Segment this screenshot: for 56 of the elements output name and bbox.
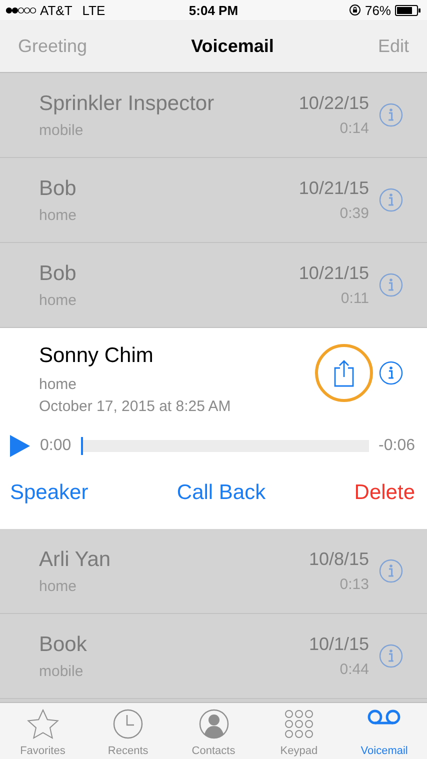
battery-percent: 76% — [364, 2, 391, 18]
message-duration: 0:11 — [340, 290, 369, 307]
clock-time: 5:04 PM — [188, 2, 240, 18]
phone-label: home — [39, 292, 78, 308]
tab[interactable]: Keypad — [256, 703, 342, 759]
message-duration: 0:14 — [340, 120, 369, 137]
caller-name: Arli Yan — [39, 548, 112, 572]
phone-label: home — [39, 578, 78, 594]
phone-label: mobile — [39, 122, 84, 138]
message-date: 10/8/15 — [308, 549, 369, 570]
tab[interactable]: Recents — [85, 703, 171, 759]
action-button[interactable]: Speaker — [10, 481, 88, 505]
info-icon[interactable] — [379, 559, 403, 583]
play-icon[interactable] — [10, 435, 30, 457]
info-icon[interactable] — [379, 644, 403, 668]
phone-label: home — [39, 206, 78, 224]
message-duration: 0:13 — [340, 576, 369, 593]
contact-icon — [198, 709, 229, 739]
screen-title: Voicemail — [191, 36, 274, 56]
caller-name: Sprinkler Inspector — [39, 92, 216, 116]
playback-track[interactable] — [81, 440, 369, 452]
info-icon[interactable] — [379, 273, 403, 297]
caller-name: Sonny Chim — [39, 344, 154, 368]
carrier: AT&T — [40, 2, 72, 18]
info-icon[interactable] — [379, 188, 403, 212]
caller-name: Book — [39, 632, 88, 656]
action-button[interactable]: Call Back — [176, 481, 266, 505]
elapsed-time: 0:00 — [40, 437, 72, 455]
rotation-lock-icon — [348, 4, 361, 16]
battery-icon — [395, 4, 421, 16]
phone-label: home — [39, 376, 78, 393]
caller-name: Bob — [39, 262, 78, 286]
message-duration: 0:44 — [340, 661, 369, 678]
tab[interactable]: Contacts — [170, 703, 256, 759]
tab[interactable]: Voicemail — [342, 703, 427, 759]
voicemail-icon — [367, 709, 402, 725]
message-date: 10/21/15 — [298, 263, 369, 284]
signal-icon — [6, 6, 36, 14]
phone-label: mobile — [39, 662, 84, 680]
remaining-time: -0:06 — [378, 437, 415, 455]
clock-icon — [113, 709, 144, 739]
message-timestamp: October 17, 2015 at 8:25 AM — [39, 398, 232, 415]
message-date: 10/1/15 — [308, 634, 369, 655]
playhead[interactable] — [81, 437, 84, 455]
message-duration: 0:39 — [340, 205, 369, 222]
star-icon — [26, 709, 59, 739]
info-icon[interactable] — [379, 103, 403, 127]
keypad-icon — [284, 709, 314, 739]
caller-name: Bob — [39, 176, 78, 200]
message-date: 10/21/15 — [298, 178, 369, 199]
network-type: LTE — [82, 2, 106, 18]
delete-button[interactable]: Delete — [354, 481, 415, 505]
share-icon[interactable] — [333, 359, 355, 387]
tab[interactable]: Favorites — [0, 703, 86, 759]
info-icon[interactable] — [379, 361, 403, 385]
message-date: 10/22/15 — [298, 93, 369, 114]
